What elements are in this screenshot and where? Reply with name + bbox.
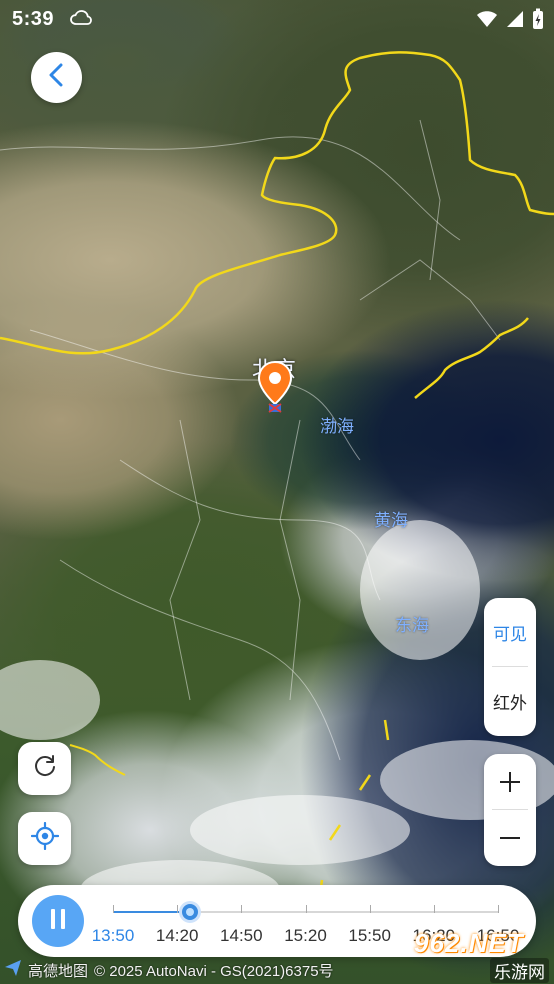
crosshair-icon	[30, 821, 59, 855]
send-icon	[4, 959, 22, 981]
layer-visible-button[interactable]: 可见	[484, 598, 536, 666]
layer-toggle-panel: 可见 红外	[484, 598, 536, 736]
timeline-tick	[177, 905, 179, 913]
timeline-time-label[interactable]: 14:50	[220, 926, 263, 946]
timeline-time-label[interactable]: 14:20	[156, 926, 199, 946]
refresh-icon	[32, 753, 58, 784]
zoom-panel	[484, 754, 536, 866]
satellite-map[interactable]: 北京 渤海 黄海 东海	[0, 0, 554, 984]
zoom-in-button[interactable]	[484, 754, 536, 810]
cloud-icon	[70, 9, 92, 33]
timeline-time-label[interactable]: 13:50	[92, 926, 135, 946]
pause-icon	[49, 908, 67, 935]
sea-label-bohai: 渤海	[320, 417, 354, 437]
national-border	[0, 51, 554, 355]
timeline-progress	[113, 911, 190, 913]
timeline-tick	[241, 905, 243, 913]
refresh-button[interactable]	[18, 742, 71, 795]
timeline-tick	[369, 905, 371, 913]
timeline-tick	[113, 905, 114, 913]
location-pin-icon[interactable]	[256, 360, 294, 414]
zoom-out-button[interactable]	[484, 810, 536, 866]
battery-charging-icon	[532, 8, 544, 36]
locate-button[interactable]	[18, 812, 71, 865]
timeline-tick	[305, 905, 307, 913]
status-time: 5:39	[12, 8, 55, 30]
site-watermark: 962.NET 乐游网	[414, 928, 554, 984]
layer-infrared-button[interactable]: 红外	[484, 667, 536, 735]
attribution-copyright: © 2025 AutoNavi - GS(2021)6375号	[94, 962, 334, 980]
plus-icon	[500, 772, 520, 792]
minus-icon	[500, 837, 520, 839]
sea-label-huanghai: 黄海	[374, 511, 408, 531]
back-button[interactable]	[31, 52, 82, 103]
status-bar: 5:39	[0, 0, 554, 38]
sea-label-donghai: 东海	[395, 616, 429, 636]
chevron-left-icon	[47, 63, 67, 92]
timeline-tick	[498, 905, 499, 913]
map-attribution: 高德地图 © 2025 AutoNavi - GS(2021)6375号	[4, 958, 334, 982]
pause-button[interactable]	[32, 895, 84, 947]
map-overlay	[0, 51, 554, 920]
timeline-time-label[interactable]: 15:50	[348, 926, 391, 946]
timeline-tick	[433, 905, 435, 913]
timeline-knob[interactable]	[182, 904, 198, 920]
watermark-site: 乐游网	[490, 958, 549, 983]
watermark-brand: 962.NET	[414, 928, 524, 958]
attribution-provider: 高德地图	[28, 962, 89, 980]
timeline-time-label[interactable]: 15:20	[284, 926, 327, 946]
signal-icon	[506, 10, 524, 34]
wifi-icon	[476, 10, 498, 34]
